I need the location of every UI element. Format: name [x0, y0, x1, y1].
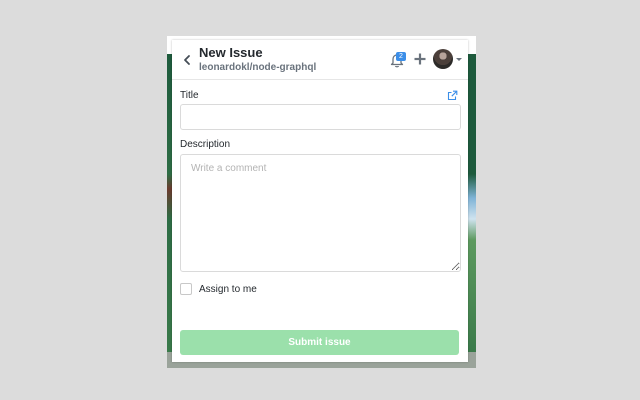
chevron-down-icon — [456, 58, 462, 61]
external-link-icon — [447, 90, 458, 101]
background-strip-right — [468, 54, 476, 354]
new-issue-popup: New Issue leonardokl/node-graphql 2 Titl… — [172, 40, 468, 362]
submit-issue-button[interactable]: Submit issue — [180, 330, 459, 355]
title-input[interactable] — [180, 104, 461, 130]
description-textarea[interactable] — [180, 154, 461, 272]
assign-to-me-row: Assign to me — [180, 282, 460, 296]
chevron-left-icon — [184, 55, 190, 65]
header-title-block: New Issue leonardokl/node-graphql — [199, 45, 316, 74]
popup-header: New Issue leonardokl/node-graphql 2 — [172, 40, 468, 80]
title-label: Title — [180, 90, 199, 101]
repo-name: leonardokl/node-graphql — [199, 62, 317, 73]
notification-count-badge: 2 — [396, 52, 406, 61]
issue-form: Title Description Assign to me — [172, 89, 468, 296]
user-menu-button[interactable] — [433, 49, 463, 71]
open-external-button[interactable] — [447, 90, 458, 101]
back-button[interactable] — [180, 51, 194, 69]
plus-icon — [414, 53, 426, 65]
assign-to-me-label[interactable]: Assign to me — [199, 284, 257, 295]
title-field-label-row: Title — [180, 89, 460, 102]
assign-to-me-checkbox[interactable] — [180, 283, 192, 295]
avatar — [433, 49, 453, 69]
add-button[interactable] — [413, 52, 427, 66]
description-label: Description — [180, 139, 231, 150]
page-title: New Issue — [199, 45, 263, 60]
